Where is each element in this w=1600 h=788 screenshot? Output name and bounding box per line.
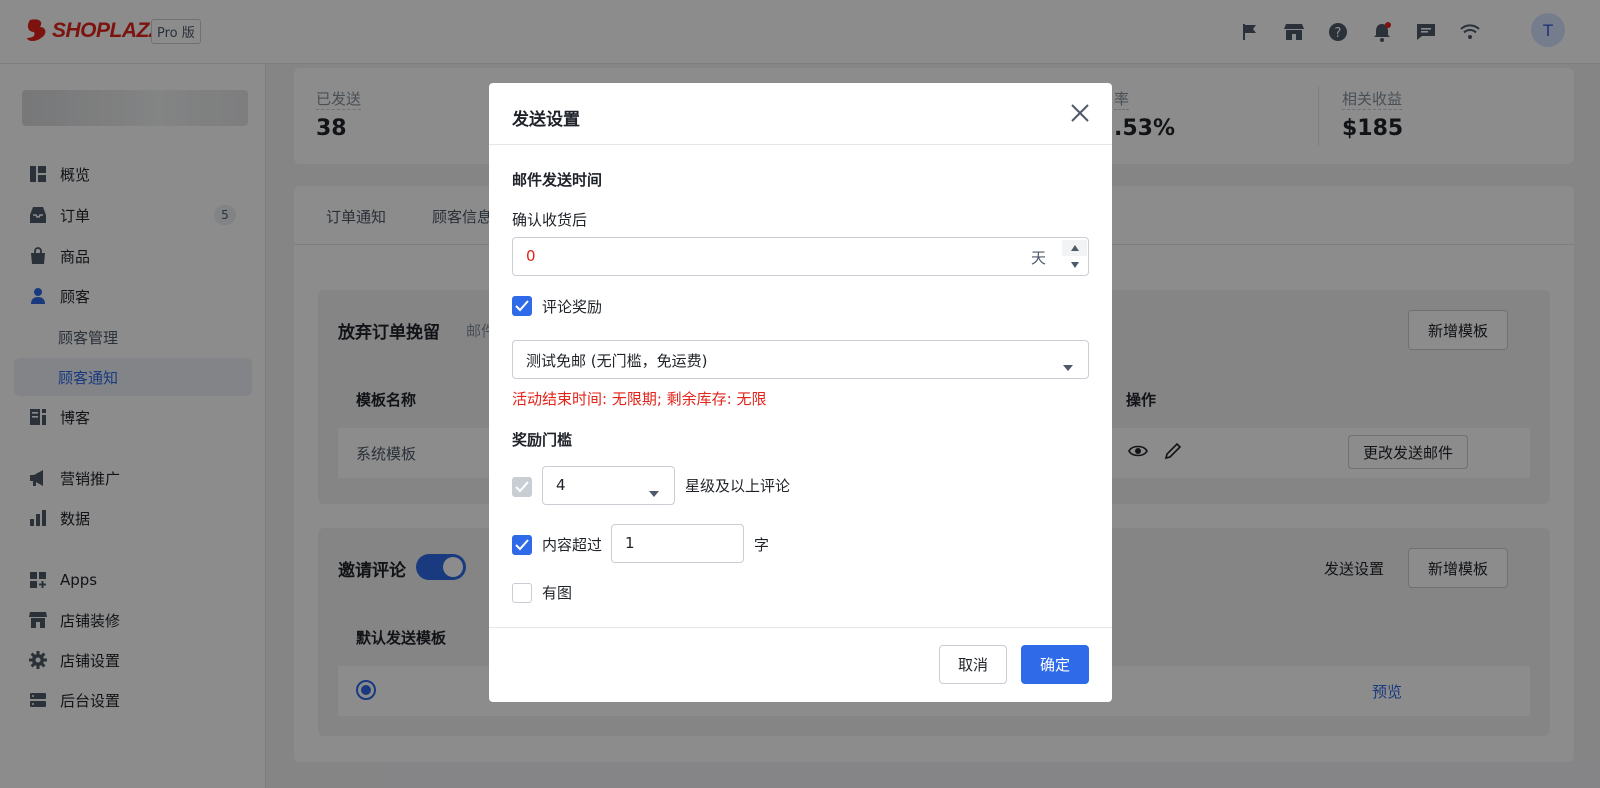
coupon-select[interactable]: 测试免邮 (无门槛，免运费) [512, 340, 1089, 379]
review-reward-checkbox[interactable] [512, 296, 532, 316]
content-length-input[interactable]: 1 [611, 524, 744, 563]
content-length-label: 内容超过 [542, 536, 603, 554]
coupon-value: 测试免邮 (无门槛，免运费) [526, 352, 708, 370]
star-suffix-label: 星级及以上评论 [685, 477, 791, 495]
content-length-checkbox[interactable] [512, 535, 532, 555]
cancel-button[interactable]: 取消 [939, 645, 1007, 684]
confirm-button[interactable]: 确定 [1021, 645, 1089, 684]
coupon-info-text: 活动结束时间: 无限期; 剩余库存: 无限 [512, 390, 767, 408]
star-value: 4 [556, 476, 566, 494]
has-image-label: 有图 [542, 584, 573, 602]
days-value: 0 [526, 247, 536, 265]
modal-footer-divider [489, 627, 1112, 628]
chevron-down-icon [1063, 357, 1073, 375]
stepper-down-icon[interactable] [1062, 257, 1087, 273]
modal-title: 发送设置 [512, 110, 580, 130]
send-time-heading: 邮件发送时间 [512, 171, 603, 189]
days-stepper[interactable]: 0 天 [512, 237, 1089, 276]
after-receipt-label: 确认收货后 [512, 211, 588, 229]
chevron-down-icon [649, 483, 659, 501]
has-image-checkbox[interactable] [512, 583, 532, 603]
stepper-up-icon[interactable] [1062, 240, 1087, 256]
modal-header-divider [489, 144, 1112, 145]
content-unit-label: 字 [754, 536, 770, 554]
content-length-value: 1 [625, 534, 635, 552]
threshold-heading: 奖励门槛 [512, 431, 573, 449]
days-unit: 天 [1031, 249, 1047, 267]
star-threshold-checkbox [512, 477, 532, 497]
star-level-select[interactable]: 4 [542, 466, 675, 505]
close-icon[interactable] [1067, 100, 1093, 126]
review-reward-label: 评论奖励 [542, 298, 603, 316]
send-settings-modal: 发送设置 邮件发送时间 确认收货后 0 天 评论奖励 测试免邮 (无门槛，免运费… [489, 83, 1112, 702]
